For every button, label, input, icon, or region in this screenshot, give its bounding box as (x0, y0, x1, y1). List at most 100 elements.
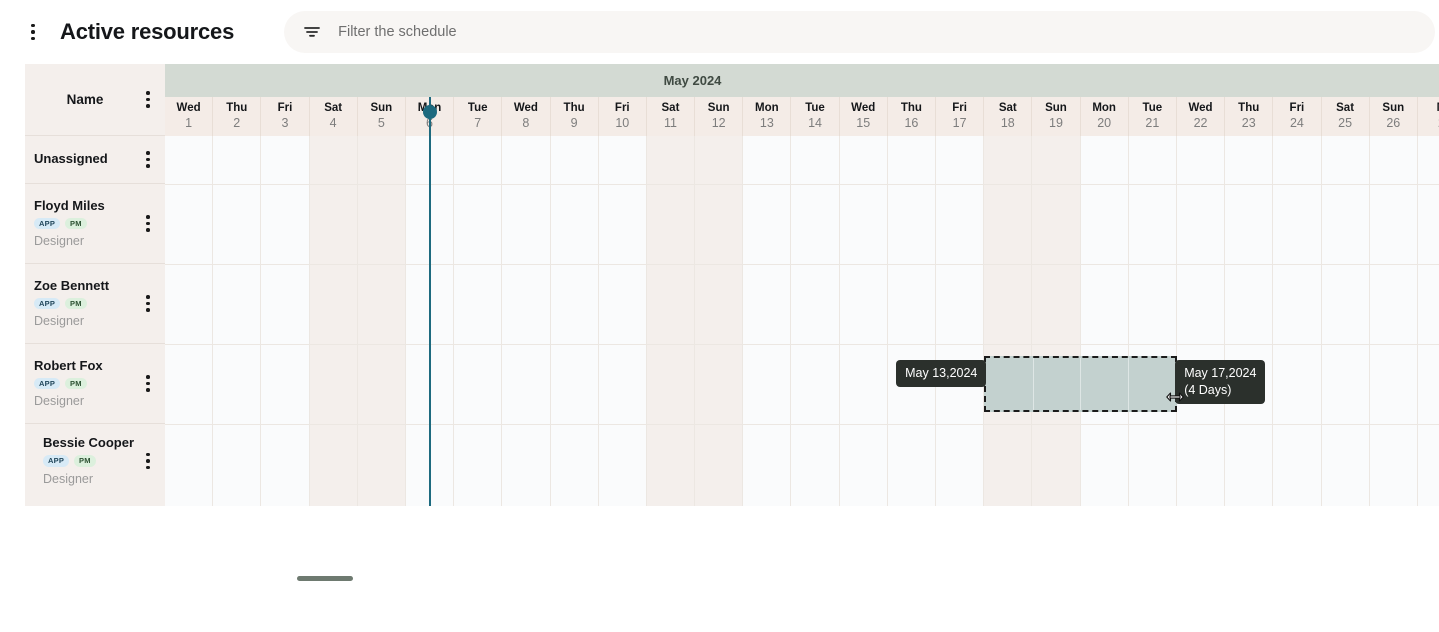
header-kebab-menu-icon[interactable] (24, 21, 42, 43)
day-number-label: 3 (281, 115, 289, 130)
badge-pm: PM (65, 377, 87, 390)
timeline: May 2024 Wed1Thu2Fri3Sat4Sun5Mon6Tue7Wed… (165, 64, 1439, 506)
day-of-week-label: Fri (614, 101, 630, 114)
day-header-cell[interactable]: Fri 17 (936, 97, 985, 136)
day-header-cell[interactable]: Mon 20 (1081, 97, 1129, 136)
grid-row-separator (165, 184, 1439, 185)
day-number-label: 4 (329, 115, 337, 130)
day-number-label: 20 (1097, 115, 1112, 130)
day-header-cell[interactable]: Sun 19 (1032, 97, 1081, 136)
day-header-cell[interactable]: Sun 12 (695, 97, 744, 136)
grid-column (695, 136, 744, 506)
badge-pm: PM (65, 217, 87, 230)
day-header-cell[interactable]: Thu 16 (888, 97, 936, 136)
grid-column (1081, 136, 1129, 506)
day-header-cell[interactable]: Sat 18 (984, 97, 1033, 136)
day-header-cell[interactable]: Fri 10 (599, 97, 647, 136)
grid-column (743, 136, 792, 506)
today-indicator-dot[interactable] (423, 105, 438, 119)
grid-column (261, 136, 310, 506)
month-label: May 2024 (663, 73, 722, 88)
day-header-cell[interactable]: Tue 7 (454, 97, 503, 136)
badge-app: APP (34, 217, 61, 230)
day-of-week-label: Tue (805, 101, 825, 114)
resource-row-zoe-bennett[interactable]: Zoe Bennett APP PM Designer (25, 264, 165, 344)
resource-header-kebab-menu-icon[interactable] (137, 91, 159, 108)
day-number-label: 12 (711, 115, 726, 130)
grid-rowlines (165, 136, 1439, 506)
resize-handle-cursor-icon[interactable] (1166, 390, 1184, 404)
day-header-cell[interactable]: Wed 8 (502, 97, 551, 136)
badge-app: APP (34, 377, 61, 390)
resource-row-kebab-menu-icon[interactable] (137, 295, 159, 312)
day-number-label: 13 (759, 115, 774, 130)
grid-column (1273, 136, 1322, 506)
day-number-label: 21 (1145, 115, 1160, 130)
filter-bar[interactable]: Filter the schedule (284, 11, 1435, 53)
grid-column (936, 136, 985, 506)
grid-row-separator (165, 264, 1439, 265)
grid-column (1418, 136, 1439, 506)
day-header-cell[interactable]: Tue 21 (1129, 97, 1177, 136)
grid-column (791, 136, 840, 506)
timeline-grid[interactable]: May 13,2024 May 17,2024 (4 Days) (165, 97, 1439, 506)
day-number-label: 7 (474, 115, 482, 130)
day-header-cell[interactable]: Tue 14 (791, 97, 840, 136)
day-number-label: 25 (1338, 115, 1353, 130)
day-of-week-label: Sat (1336, 101, 1355, 114)
resource-row-floyd-miles[interactable]: Floyd Miles APP PM Designer (25, 184, 165, 264)
day-of-week-label: Fri (1289, 101, 1305, 114)
day-of-week-label: Sun (707, 101, 730, 114)
day-header-cell[interactable]: Sun 26 (1370, 97, 1418, 136)
resource-row-kebab-menu-icon[interactable] (137, 215, 159, 232)
day-of-week-label: Thu (563, 101, 585, 114)
resource-row-kebab-menu-icon[interactable] (137, 151, 159, 168)
day-header-cell[interactable]: M2 (1418, 97, 1439, 136)
allocation-end-tooltip: May 17,2024 (4 Days) (1175, 360, 1266, 404)
filter-icon (302, 22, 322, 42)
schedule-area: Name Unassigned Floyd Miles APP PM Desig… (25, 64, 1439, 506)
resource-name: Robert Fox (34, 357, 103, 373)
resource-row-bessie-cooper[interactable]: Bessie Cooper APP PM Designer (25, 424, 165, 498)
resource-row-unassigned[interactable]: Unassigned (25, 136, 165, 184)
horizontal-scrollbar-track[interactable] (25, 575, 1414, 583)
grid-column (165, 136, 214, 506)
day-number-label: 9 (570, 115, 578, 130)
day-header-cell[interactable]: Thu 2 (213, 97, 262, 136)
day-of-week-label: Sat (998, 101, 1017, 114)
grid-column (984, 136, 1033, 506)
resource-badges: APP PM (34, 377, 137, 390)
day-header-cell[interactable]: Sat 11 (647, 97, 696, 136)
resource-row-kebab-menu-icon[interactable] (137, 452, 159, 470)
day-of-week-label: Wed (851, 101, 876, 114)
resource-row-kebab-menu-icon[interactable] (137, 375, 159, 392)
day-of-week-label: Wed (1188, 101, 1213, 114)
day-number-label: 24 (1289, 115, 1304, 130)
day-number-label: 16 (904, 115, 919, 130)
day-header-cell[interactable]: Mon 13 (743, 97, 792, 136)
day-header-cell[interactable]: Sat 4 (310, 97, 358, 136)
resource-row-robert-fox[interactable]: Robert Fox APP PM Designer (25, 344, 165, 424)
resource-name: Zoe Bennett (34, 277, 110, 293)
day-header-cell[interactable]: Sat 25 (1322, 97, 1370, 136)
day-number-label: 11 (663, 115, 677, 130)
schedule-allocation-block[interactable]: May 13,2024 May 17,2024 (4 Days) (896, 356, 1266, 412)
day-header-cell[interactable]: Thu 9 (551, 97, 599, 136)
day-header-cell[interactable]: Wed 15 (840, 97, 888, 136)
day-header-cell[interactable]: Fri 3 (261, 97, 310, 136)
day-header-cell[interactable]: Wed 22 (1177, 97, 1226, 136)
resource-info: Bessie Cooper APP PM Designer (25, 435, 137, 487)
horizontal-scrollbar-thumb[interactable] (297, 576, 353, 581)
grid-column (888, 136, 936, 506)
badge-app: APP (43, 455, 70, 467)
page-title: Active resources (60, 19, 235, 44)
resource-column: Name Unassigned Floyd Miles APP PM Desig… (25, 64, 165, 506)
day-header-cell[interactable]: Thu 23 (1225, 97, 1274, 136)
filter-input-placeholder[interactable]: Filter the schedule (338, 24, 456, 40)
day-header-cell[interactable]: Wed 1 (165, 97, 214, 136)
day-header-cell[interactable]: Fri 24 (1273, 97, 1322, 136)
day-of-week-label: Tue (467, 101, 488, 114)
day-of-week-label: Fri (952, 101, 967, 114)
day-header-cell[interactable]: Sun 5 (358, 97, 406, 136)
resource-badges: APP PM (34, 297, 137, 310)
